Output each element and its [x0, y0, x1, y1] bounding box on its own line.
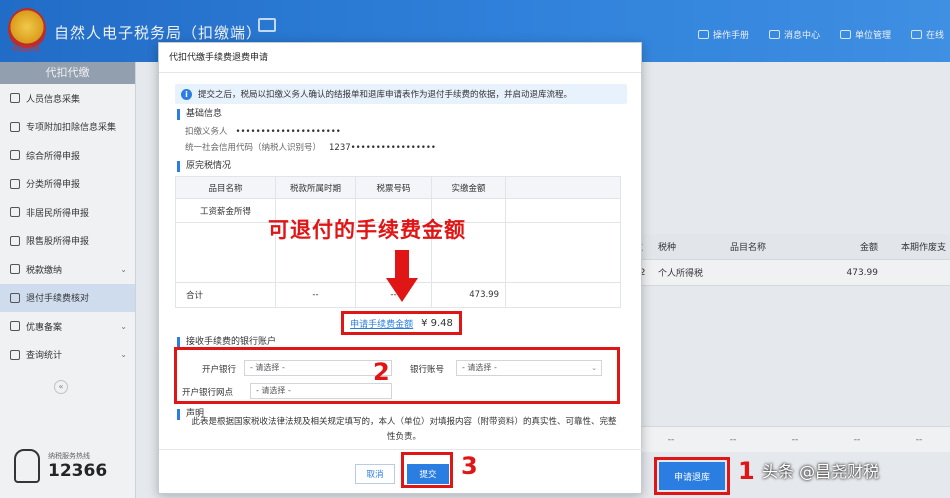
cell-empty [506, 223, 620, 282]
step-marker-3: 3 [461, 452, 478, 480]
watermark-text: 头条 @昌尧财税 [762, 462, 880, 481]
cell-spacer [506, 283, 620, 307]
col-item-name: 品目名称 [176, 177, 276, 198]
cell-item-name: 工资薪金所得 [176, 199, 276, 222]
credit-code-label: 统一社会信用代码（纳税人识别号） [185, 143, 322, 153]
original-tax-header: 品目名称 税款所属时期 税票号码 实缴金额 [176, 177, 620, 199]
bank-select[interactable]: - 请选择 - [244, 360, 392, 376]
bank-label: 开户银行 [202, 365, 237, 375]
branch-select[interactable]: - 请选择 - [250, 383, 392, 399]
cell-total-label: 合计 [176, 283, 276, 307]
fee-amount-value: ¥ 9.48 [421, 317, 453, 329]
withholder-value: ••••••••••••••••••••• [235, 127, 341, 137]
notice-text: 提交之后，税局以扣缴义务人确认的结报单和退库申请表作为退付手续费的依据，并启动退… [198, 90, 573, 100]
cell-spacer [506, 199, 620, 222]
withholder-row: 扣缴义务人 ••••••••••••••••••••• [185, 125, 341, 137]
declaration-text: 此表是根据国家税收法律法规及相关规定填写的，本人（单位）对填报内容（附带资料）的… [191, 417, 617, 442]
cancel-button[interactable]: 取消 [355, 464, 395, 484]
refund-button-highlight [654, 457, 730, 495]
col-paid-amount: 实缴金额 [432, 177, 506, 198]
col-tax-period: 税款所属时期 [276, 177, 356, 198]
account-label: 银行账号 [410, 365, 445, 375]
branch-select-value: - 请选择 - [256, 386, 291, 395]
credit-code-value: 1237••••••••••••••••• [329, 143, 436, 153]
credit-code-row: 统一社会信用代码（纳税人识别号） 1237••••••••••••••••• [185, 141, 436, 153]
col-ticket-number: 税票号码 [356, 177, 432, 198]
account-select[interactable]: - 请选择 - ⌄ [456, 360, 602, 376]
fee-amount-label[interactable]: 申请手续费金额 [350, 317, 413, 330]
cell-empty [176, 223, 276, 282]
step-marker-1: 1 [738, 457, 755, 485]
cell-total-amount: 473.99 [432, 283, 506, 307]
info-icon: i [181, 88, 192, 100]
branch-label: 开户银行网点 [182, 388, 234, 398]
step-marker-2: 2 [373, 358, 390, 386]
account-select-value: - 请选择 - [462, 363, 497, 372]
notice-bar: i 提交之后，税局以扣缴义务人确认的结报单和退库申请表作为退付手续费的依据，并启… [175, 84, 627, 104]
down-arrow-icon [386, 250, 418, 302]
bank-select-value: - 请选择 - [250, 363, 285, 372]
cell-total-period: -- [276, 283, 356, 307]
section-original-tax: 原完税情况 [177, 161, 231, 172]
withholder-label: 扣缴义务人 [185, 127, 228, 137]
submit-highlight [401, 452, 453, 488]
col-spacer [506, 177, 620, 198]
chevron-down-icon: ⌄ [591, 364, 597, 372]
refundable-fee-annotation: 可退付的手续费金额 [268, 218, 466, 242]
section-basic-info: 基础信息 [177, 109, 222, 120]
fee-amount-box: 申请手续费金额 ¥ 9.48 [341, 311, 462, 335]
dialog-title: 代扣代缴手续费退费申请 [159, 43, 641, 73]
